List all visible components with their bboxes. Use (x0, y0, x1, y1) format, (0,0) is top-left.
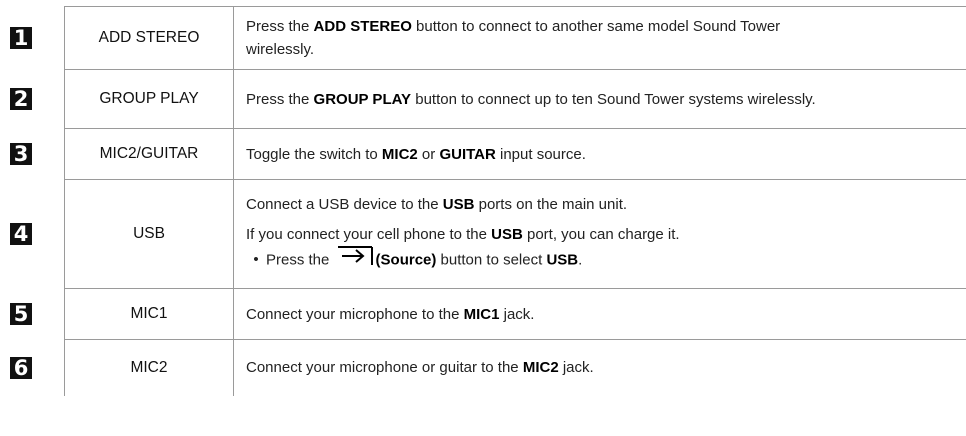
source-arrow-icon (336, 246, 374, 273)
number-badge: 5 (10, 303, 32, 325)
table-row: 4 USB Connect a USB device to the USB po… (0, 179, 966, 289)
feature-description: Press the ADD STEREO button to connect t… (233, 6, 966, 70)
feature-description: Toggle the switch to MIC2 or GUITAR inpu… (233, 128, 966, 180)
table-row: 6 MIC2 Connect your microphone or guitar… (0, 339, 966, 396)
feature-name: MIC2/GUITAR (64, 128, 234, 180)
number-badge: 4 (10, 223, 32, 245)
table-row: 1 ADD STEREO Press the ADD STEREO button… (0, 6, 966, 70)
feature-name: GROUP PLAY (64, 69, 234, 129)
number-badge: 3 (10, 143, 32, 165)
feature-name: MIC2 (64, 339, 234, 396)
feature-name: MIC1 (64, 288, 234, 340)
number-badge: 1 (10, 27, 32, 49)
number-badge: 6 (10, 356, 32, 379)
feature-description: Connect your microphone to the MIC1 jack… (233, 288, 966, 340)
number-badge: 2 (10, 88, 32, 110)
feature-description: Connect a USB device to the USB ports on… (233, 179, 966, 289)
feature-description: Connect your microphone or guitar to the… (233, 339, 966, 396)
bullet: • (253, 251, 259, 269)
table-row: 5 MIC1 Connect your microphone to the MI… (0, 288, 966, 340)
feature-table: 1 ADD STEREO Press the ADD STEREO button… (0, 6, 966, 396)
table-row: 3 MIC2/GUITAR Toggle the switch to MIC2 … (0, 128, 966, 180)
feature-description: Press the GROUP PLAY button to connect u… (233, 69, 966, 129)
feature-name: USB (64, 179, 234, 289)
feature-name: ADD STEREO (64, 6, 234, 70)
table-row: 2 GROUP PLAY Press the GROUP PLAY button… (0, 69, 966, 129)
